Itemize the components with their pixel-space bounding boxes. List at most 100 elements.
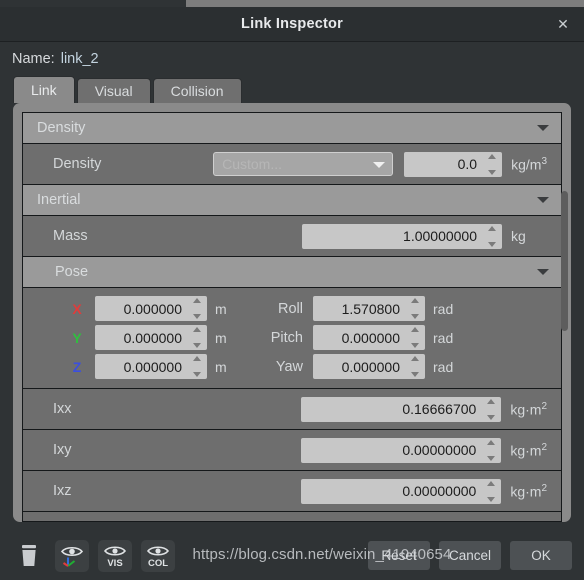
ixx-value: 0.16666700 [402,401,477,417]
row-ixx: Ixx 0.16666700 kg·m2 [23,389,561,430]
name-label: Name: [12,51,55,67]
roll-spinbox[interactable]: 1.570800 [313,296,425,321]
spinbox-arrows[interactable] [485,480,497,502]
chevron-down-icon [373,162,386,168]
density-unit: kg/m3 [511,155,547,173]
yaw-value: 0.000000 [341,358,400,375]
properties-panel: Density Density Custom... 0.0 kg/m3 Iner… [13,103,571,522]
section-title-inertial: Inertial [37,192,81,208]
pose-x-value: 0.000000 [123,300,182,317]
axis-label-y: Y [72,329,82,346]
axis-label-x: X [72,300,82,317]
label-roll: Roll [278,300,303,317]
background-edge [0,0,160,7]
link-inspector-dialog: Link Inspector ✕ Name: link_2 Link Visua… [0,7,584,580]
cancel-button[interactable]: Cancel [439,541,501,570]
spinbox-arrows[interactable] [485,439,497,461]
density-preset-select[interactable]: Custom... [213,152,394,176]
mass-spinbox[interactable]: 1.00000000 [302,223,502,249]
chevron-down-icon [537,125,549,131]
label-pitch: Pitch [270,329,303,346]
pose-fields: X 0.000000 m Roll 1.570800 rad Y 0.00000… [23,288,561,389]
chevron-down-icon [537,197,549,203]
section-title-pose: Pose [55,264,89,280]
trash-icon[interactable] [12,540,46,572]
spinbox-arrows[interactable] [191,327,203,348]
label-yaw: Yaw [275,358,303,375]
section-header-pose[interactable]: Pose [23,257,561,288]
desktop-background-strip [0,0,584,7]
tab-visual[interactable]: Visual [76,78,151,103]
properties-scroll-area[interactable]: Density Density Custom... 0.0 kg/m3 Iner… [22,112,562,522]
ixz-value: 0.00000000 [402,483,477,499]
tab-bar: Link Visual Collision [0,76,584,103]
name-value: link_2 [60,51,99,67]
row-mass: Mass 1.00000000 kg [23,216,561,257]
yaw-unit: rad [433,358,454,375]
label-density: Density [53,156,102,172]
pose-z-unit: m [215,358,227,375]
spinbox-arrows[interactable] [409,327,421,348]
eye-collision-icon[interactable]: COL [141,540,175,572]
ixy-value: 0.00000000 [402,442,477,458]
mass-value: 1.00000000 [403,228,477,244]
pose-x-spinbox[interactable]: 0.000000 [95,296,207,321]
ixy-spinbox[interactable]: 0.00000000 [301,437,502,463]
pose-row-y: Y 0.000000 m Pitch 0.000000 rad [23,323,561,352]
dialog-titlebar: Link Inspector ✕ [0,7,584,42]
density-preset-value: Custom... [222,156,282,172]
mass-unit: kg [511,228,526,244]
axis-label-z: Z [72,358,82,375]
spinbox-arrows[interactable] [191,356,203,377]
pitch-spinbox[interactable]: 0.000000 [313,325,425,350]
label-ixz: Ixz [53,483,72,499]
ixz-unit: kg·m2 [510,482,547,500]
spinbox-arrows[interactable] [409,298,421,319]
section-header-inertial[interactable]: Inertial [23,185,561,216]
dialog-title: Link Inspector [241,16,343,32]
screen: Link Inspector ✕ Name: link_2 Link Visua… [0,0,584,580]
ixz-spinbox[interactable]: 0.00000000 [301,478,502,504]
dialog-buttons: Reset Cancel OK [359,541,572,570]
pose-row-x: X 0.000000 m Roll 1.570800 rad [23,294,561,323]
close-icon[interactable]: ✕ [550,11,576,37]
ok-button[interactable]: OK [510,541,572,570]
section-title-density: Density [37,120,86,136]
roll-unit: rad [433,300,454,317]
ixx-spinbox[interactable]: 0.16666700 [301,396,502,422]
bottom-toolbar: VIS COL Reset Cancel OK https://blog.csd… [0,532,584,580]
spinbox-arrows[interactable] [486,153,498,175]
ixx-unit: kg·m2 [510,400,547,418]
pose-row-z: Z 0.000000 m Yaw 0.000000 rad [23,352,561,381]
ixy-unit: kg·m2 [510,441,547,459]
pose-x-unit: m [215,300,227,317]
tab-collision[interactable]: Collision [152,78,242,103]
density-value-spinbox[interactable]: 0.0 [404,151,503,177]
spinbox-arrows[interactable] [486,225,498,247]
tab-link[interactable]: Link [13,76,75,103]
pose-z-spinbox[interactable]: 0.000000 [95,354,207,379]
pose-y-spinbox[interactable]: 0.000000 [95,325,207,350]
row-density: Density Custom... 0.0 kg/m3 [23,144,561,185]
section-header-density[interactable]: Density [23,113,561,144]
pose-y-value: 0.000000 [123,329,182,346]
svg-text:VIS: VIS [107,558,122,569]
spinbox-arrows[interactable] [409,356,421,377]
row-ixy: Ixy 0.00000000 kg·m2 [23,430,561,471]
spinbox-arrows[interactable] [191,298,203,319]
properties-panel-wrap: Density Density Custom... 0.0 kg/m3 Iner… [13,103,571,532]
name-row: Name: link_2 [0,42,584,76]
pose-z-value: 0.000000 [123,358,182,375]
yaw-spinbox[interactable]: 0.000000 [313,354,425,379]
eye-visual-icon[interactable]: VIS [98,540,132,572]
density-value: 0.0 [457,156,478,172]
eye-axes-icon[interactable] [55,540,89,572]
vertical-scrollbar[interactable] [561,191,568,331]
background-tab-nub [160,0,186,7]
reset-button[interactable]: Reset [368,541,430,570]
svg-text:COL: COL [148,558,168,569]
pitch-unit: rad [433,329,454,346]
spinbox-arrows[interactable] [485,398,497,420]
chevron-down-icon [537,269,549,275]
label-ixx: Ixx [53,401,72,417]
